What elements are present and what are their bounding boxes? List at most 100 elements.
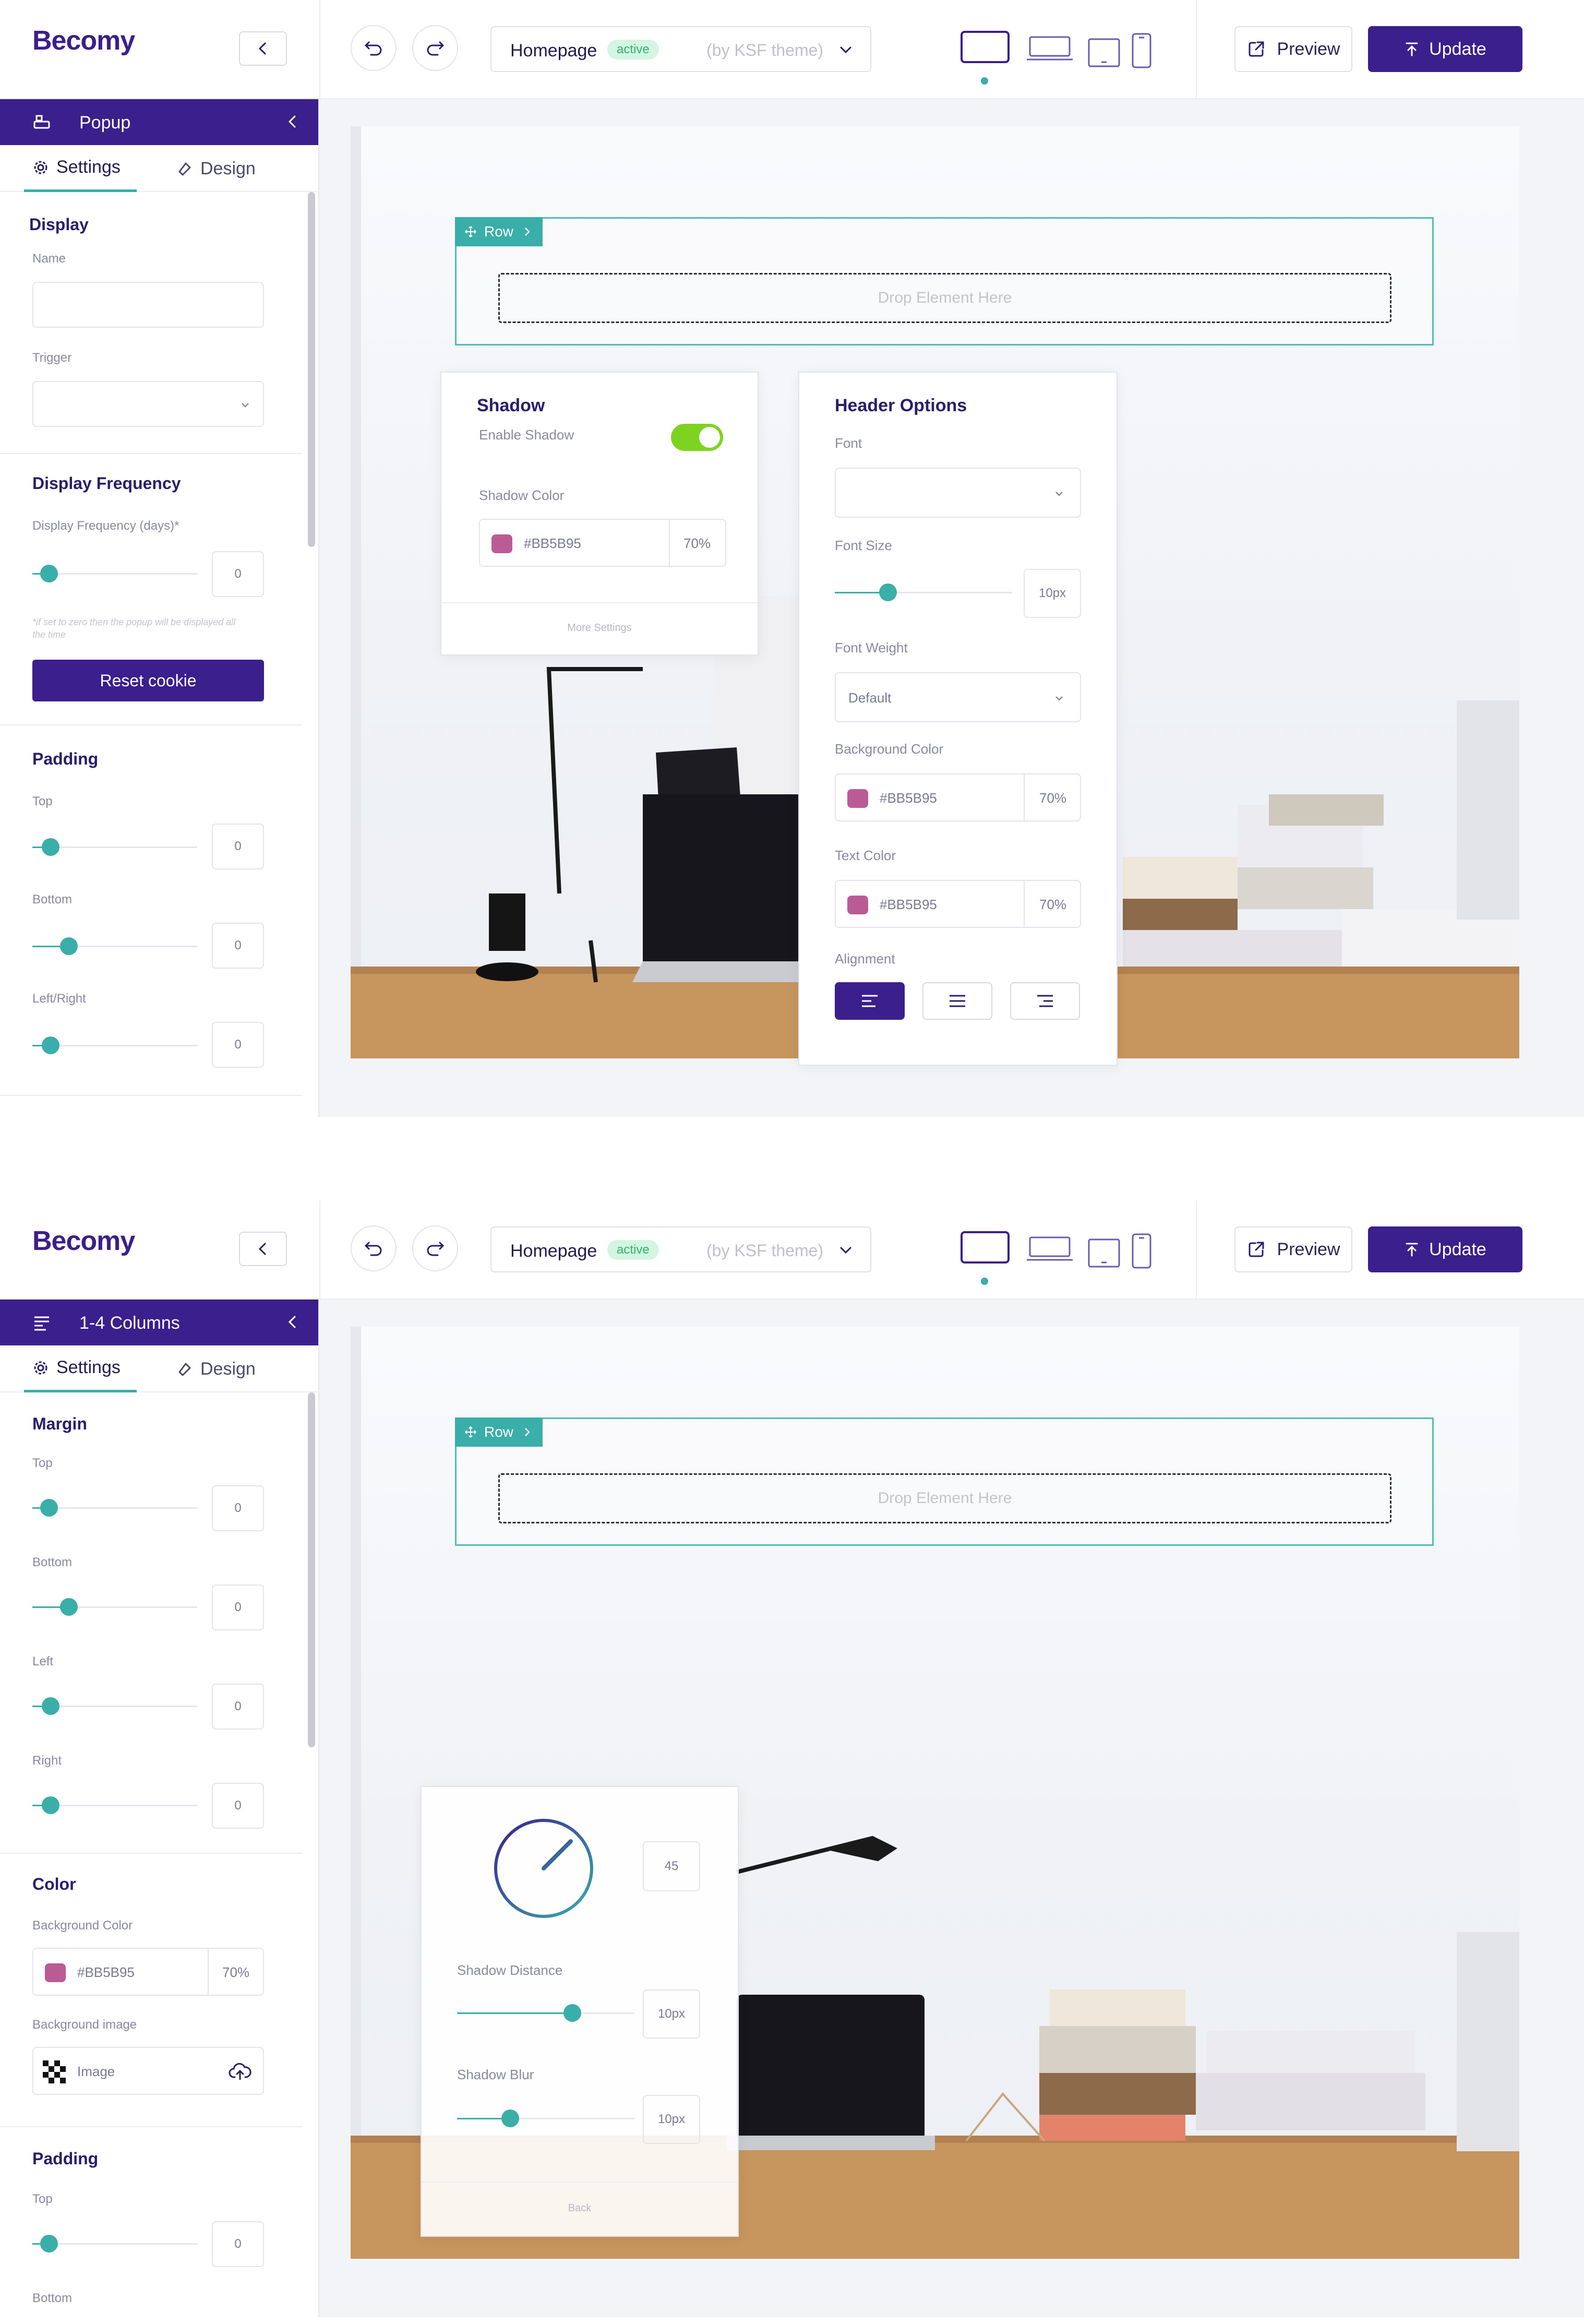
color-swatch[interactable]: [847, 789, 868, 808]
redo-button[interactable]: [412, 25, 458, 71]
slider-handle[interactable]: [501, 2110, 519, 2127]
enable-shadow-toggle[interactable]: [671, 424, 723, 451]
frequency-slider[interactable]: [32, 565, 197, 582]
padding-top-slider[interactable]: [32, 2235, 197, 2253]
tab-settings[interactable]: Settings: [24, 145, 137, 192]
align-left-button[interactable]: [835, 982, 905, 1020]
device-desktop-button[interactable]: [960, 30, 1010, 65]
device-laptop-button[interactable]: [1026, 1236, 1074, 1262]
margin-right-value[interactable]: 0: [212, 1783, 264, 1829]
text-color-field[interactable]: #BB5B95 70%: [835, 880, 1081, 928]
margin-left-slider[interactable]: [32, 1697, 197, 1715]
drop-zone[interactable]: Drop Element Here: [498, 1473, 1391, 1523]
slider-handle[interactable]: [563, 2004, 581, 2022]
redo-button[interactable]: [412, 1225, 458, 1271]
bg-color-field[interactable]: #BB5B95 70%: [32, 1948, 264, 1996]
sidebar-scrollbar[interactable]: [308, 192, 315, 547]
device-mobile-button[interactable]: [1131, 1233, 1152, 1269]
padding-lr-value[interactable]: 0: [212, 1022, 264, 1068]
align-right-button[interactable]: [1010, 982, 1080, 1020]
row-container[interactable]: Row Drop Element Here: [455, 217, 1434, 345]
margin-top-value[interactable]: 0: [212, 1485, 264, 1531]
shadow-blur-slider[interactable]: [457, 2110, 634, 2127]
color-swatch[interactable]: [45, 1963, 66, 1982]
preview-button[interactable]: Preview: [1234, 26, 1352, 72]
device-tablet-button[interactable]: [1087, 1238, 1121, 1268]
row-tag[interactable]: Row: [455, 217, 543, 246]
shadow-angle-dial[interactable]: [491, 1816, 596, 1921]
slider-handle[interactable]: [60, 937, 78, 955]
section-title-frequency: Display Frequency: [32, 474, 181, 493]
tablet-icon: [1088, 38, 1120, 67]
more-settings-link[interactable]: More Settings: [441, 622, 758, 634]
shadow-angle-value[interactable]: 45: [643, 1841, 700, 1891]
device-desktop-button[interactable]: [960, 1231, 1010, 1265]
section-title-padding: Padding: [32, 749, 99, 768]
tab-design[interactable]: Design: [176, 1345, 256, 1392]
row-container[interactable]: Row Drop Element Here: [455, 1417, 1434, 1546]
row-tag[interactable]: Row: [455, 1417, 543, 1447]
margin-left-value[interactable]: 0: [212, 1684, 264, 1730]
font-weight-select[interactable]: Default: [835, 672, 1081, 722]
font-select[interactable]: [835, 468, 1081, 518]
sidebar-header: Popup: [0, 99, 318, 145]
update-button[interactable]: Update: [1368, 1226, 1522, 1272]
slider-handle[interactable]: [42, 1796, 59, 1814]
collapse-sidebar-button[interactable]: [239, 31, 287, 66]
drop-zone[interactable]: Drop Element Here: [498, 273, 1391, 323]
name-input[interactable]: [32, 282, 264, 328]
margin-bottom-slider[interactable]: [32, 1598, 197, 1616]
slider-handle[interactable]: [879, 583, 897, 601]
cloud-upload-icon[interactable]: [229, 2061, 251, 2081]
slider-handle[interactable]: [40, 1499, 58, 1517]
sidebar-scrollbar[interactable]: [308, 1392, 315, 1747]
bg-image-field[interactable]: Image: [32, 2047, 264, 2095]
preview-button[interactable]: Preview: [1234, 1226, 1352, 1272]
tab-settings[interactable]: Settings: [24, 1345, 137, 1392]
trigger-select[interactable]: [32, 381, 264, 427]
reset-cookie-button[interactable]: Reset cookie: [32, 660, 264, 701]
back-link[interactable]: Back: [422, 2202, 738, 2214]
slider-handle[interactable]: [42, 1036, 59, 1054]
tab-design[interactable]: Design: [176, 145, 256, 192]
margin-right-slider[interactable]: [32, 1796, 197, 1814]
preview-label: Preview: [1277, 1239, 1340, 1259]
padding-bottom-value[interactable]: 0: [212, 923, 264, 969]
slider-handle[interactable]: [40, 565, 58, 582]
frequency-value[interactable]: 0: [212, 551, 264, 597]
slider-handle[interactable]: [60, 1598, 78, 1616]
shadow-color-field[interactable]: #BB5B95 70%: [479, 519, 726, 567]
padding-top-value[interactable]: 0: [212, 824, 264, 869]
collapse-sidebar-button[interactable]: [239, 1232, 287, 1266]
font-size-slider[interactable]: [835, 583, 1012, 601]
active-device-dot: [981, 1278, 988, 1285]
color-swatch[interactable]: [491, 534, 512, 553]
shadow-distance-value[interactable]: 10px: [643, 1989, 700, 2039]
chevron-left-icon[interactable]: [284, 113, 302, 130]
device-mobile-button[interactable]: [1131, 32, 1152, 69]
device-tablet-button[interactable]: [1087, 38, 1121, 68]
margin-bottom-value[interactable]: 0: [212, 1584, 264, 1630]
undo-button[interactable]: [351, 25, 397, 71]
align-center-button[interactable]: [922, 982, 992, 1020]
shadow-blur-value[interactable]: 10px: [643, 2095, 700, 2144]
padding-top-slider[interactable]: [32, 838, 197, 856]
padding-bottom-slider[interactable]: [32, 937, 197, 955]
shadow-distance-slider[interactable]: [457, 2004, 634, 2022]
margin-top-slider[interactable]: [32, 1499, 197, 1517]
device-laptop-button[interactable]: [1026, 35, 1074, 62]
chevron-left-icon[interactable]: [284, 1313, 302, 1331]
slider-handle[interactable]: [42, 838, 59, 856]
padding-lr-slider[interactable]: [32, 1036, 197, 1054]
color-swatch[interactable]: [847, 896, 868, 914]
tablet-icon: [1088, 1238, 1120, 1268]
bg-color-field[interactable]: #BB5B95 70%: [835, 773, 1081, 821]
padding-top-value[interactable]: 0: [212, 2221, 264, 2267]
font-size-value[interactable]: 10px: [1024, 569, 1081, 618]
slider-handle[interactable]: [42, 1697, 59, 1715]
update-button[interactable]: Update: [1368, 26, 1522, 72]
page-selector[interactable]: Homepage active (by KSF theme): [490, 1226, 871, 1272]
slider-handle[interactable]: [40, 2235, 58, 2253]
undo-button[interactable]: [351, 1225, 397, 1271]
page-selector[interactable]: Homepage active (by KSF theme): [490, 26, 871, 72]
